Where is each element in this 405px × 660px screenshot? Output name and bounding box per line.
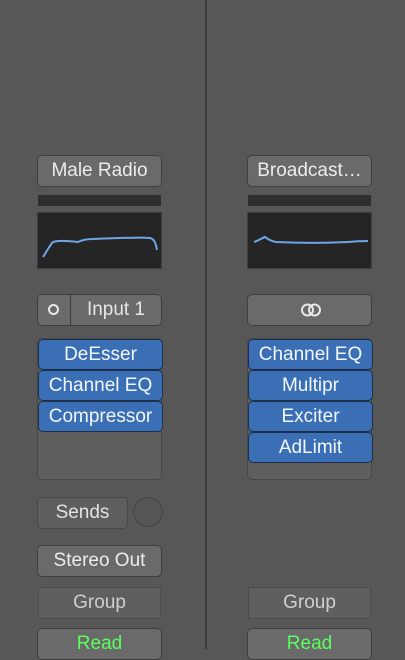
audio-fx-slots[interactable]: Channel EQ Multipr Exciter AdLimit bbox=[247, 338, 373, 480]
eq-thumbnail[interactable] bbox=[37, 212, 162, 269]
channel-strip-right: Broadcast… Channel EQ Multipr Exciter Ad… bbox=[247, 0, 374, 660]
input-slot[interactable] bbox=[247, 294, 372, 326]
eq-curve bbox=[253, 235, 369, 244]
gain-reduction-meter bbox=[248, 195, 371, 206]
plugin-slot-adaptive-limiter[interactable]: AdLimit bbox=[248, 432, 373, 463]
plugin-slot-exciter[interactable]: Exciter bbox=[248, 401, 373, 432]
input-slot[interactable]: Input 1 bbox=[37, 294, 162, 326]
plugin-slot-channel-eq[interactable]: Channel EQ bbox=[38, 370, 163, 401]
send-level-knob[interactable] bbox=[133, 497, 163, 527]
strip-divider bbox=[205, 0, 207, 649]
gain-reduction-meter bbox=[38, 195, 161, 206]
automation-mode-button[interactable]: Read bbox=[247, 628, 372, 660]
plugin-slot-multipressor[interactable]: Multipr bbox=[248, 370, 373, 401]
sends-button[interactable]: Sends bbox=[37, 497, 128, 529]
stereo-link-icon bbox=[301, 303, 321, 317]
setting-button[interactable]: Male Radio bbox=[37, 155, 162, 187]
channel-strip-left: Male Radio Input 1 DeEsser Channel EQ Co… bbox=[37, 0, 164, 660]
input-label[interactable]: Input 1 bbox=[71, 295, 161, 325]
output-button[interactable]: Stereo Out bbox=[37, 545, 162, 577]
audio-fx-slots[interactable]: DeEsser Channel EQ Compressor bbox=[37, 338, 163, 480]
plugin-slot-compressor[interactable]: Compressor bbox=[38, 401, 163, 432]
eq-curve bbox=[42, 236, 158, 258]
group-slot[interactable]: Group bbox=[248, 587, 371, 619]
input-format-button[interactable] bbox=[38, 295, 71, 325]
mono-ring-icon bbox=[48, 304, 59, 315]
plugin-slot-channel-eq[interactable]: Channel EQ bbox=[248, 339, 373, 370]
eq-thumbnail[interactable] bbox=[247, 212, 372, 269]
setting-button[interactable]: Broadcast… bbox=[247, 155, 372, 187]
group-slot[interactable]: Group bbox=[38, 587, 161, 619]
automation-mode-button[interactable]: Read bbox=[37, 628, 162, 660]
plugin-slot-deesser[interactable]: DeEsser bbox=[38, 339, 163, 370]
